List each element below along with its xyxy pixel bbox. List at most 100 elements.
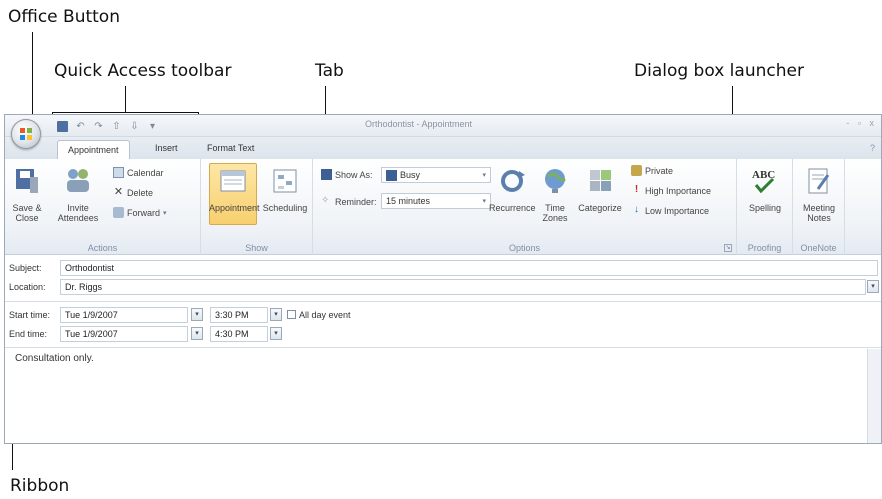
group-actions: Save & Close Invite Attendees Calendar ✕…	[5, 159, 201, 255]
spelling-label: Spelling	[748, 203, 782, 213]
proofing-group-label: Proofing	[747, 243, 782, 253]
meeting-notes-button[interactable]: Meeting Notes	[797, 165, 841, 223]
scheduling-button[interactable]: Scheduling	[261, 165, 309, 213]
save-icon[interactable]	[57, 120, 68, 132]
end-date-chevron-icon[interactable]: ▾	[191, 327, 203, 340]
callout-dialog-box-launcher: Dialog box launcher	[634, 61, 804, 81]
invite-attendees-label: Invite Attendees	[57, 203, 99, 223]
ribbon: Save & Close Invite Attendees Calendar ✕…	[5, 159, 881, 255]
private-label: Private	[645, 165, 674, 176]
office-button[interactable]	[11, 119, 41, 149]
window-title: Orthodontist - Appointment	[365, 119, 473, 129]
tab-insert[interactable]: Insert	[155, 143, 178, 153]
scheduling-icon	[273, 169, 297, 193]
reminder-label: ✧ Reminder:	[321, 196, 377, 207]
group-proofing: ABC Spelling Proofing	[737, 159, 793, 255]
end-time-chevron-icon[interactable]: ▾	[270, 327, 282, 340]
delete-button[interactable]: ✕ Delete	[113, 187, 153, 198]
reminder-value: 15 minutes	[386, 196, 431, 206]
calendar-icon	[113, 167, 124, 178]
body-scrollbar[interactable]	[867, 349, 881, 443]
forward-label: Forward	[127, 207, 161, 218]
meeting-notes-icon	[808, 168, 830, 194]
window-controls[interactable]: - ▫ x	[846, 118, 877, 128]
group-onenote: Meeting Notes OneNote	[793, 159, 845, 255]
high-importance-button[interactable]: ! High Importance	[631, 185, 711, 196]
show-as-dropdown[interactable]: Busy ▾	[381, 167, 491, 183]
callout-office-button: Office Button	[8, 7, 120, 27]
categorize-label: Categorize	[578, 203, 622, 213]
private-button[interactable]: Private	[631, 165, 673, 176]
ribbon-tabs: Appointment Insert Format Text ?	[5, 137, 881, 159]
start-time-chevron-icon[interactable]: ▾	[270, 308, 282, 321]
show-as-chevron-icon: ▾	[482, 172, 486, 179]
start-time-label: Start time:	[9, 310, 51, 320]
recurrence-button[interactable]: Recurrence	[489, 165, 536, 213]
customize-qat-icon[interactable]: ▾	[147, 121, 158, 132]
callout-quick-access-toolbar: Quick Access toolbar	[54, 61, 232, 81]
location-chevron-icon[interactable]: ▾	[867, 280, 879, 293]
group-options: Show As: Busy ▾ ✧ Reminder: 15 minutes ▾…	[313, 159, 737, 255]
reminder-text: Reminder:	[335, 196, 377, 207]
low-importance-icon: ↓	[634, 204, 639, 215]
subject-label: Subject:	[9, 263, 42, 273]
invite-attendees-button[interactable]: Invite Attendees	[53, 165, 103, 223]
location-label: Location:	[9, 282, 46, 292]
options-dialog-launcher-icon[interactable]: ↘	[724, 244, 732, 252]
save-close-label: Save & Close	[12, 203, 42, 223]
down-arrow-icon[interactable]: ⇩	[129, 121, 140, 132]
scheduling-label: Scheduling	[262, 203, 308, 213]
subject-input[interactable]: Orthodontist	[60, 260, 878, 276]
all-day-event-checkbox[interactable]	[287, 310, 296, 319]
tab-appointment[interactable]: Appointment	[57, 140, 130, 159]
categorize-icon	[590, 170, 611, 191]
start-time-input[interactable]: 3:30 PM	[210, 307, 268, 323]
undo-icon[interactable]: ↶	[75, 121, 86, 132]
high-importance-label: High Importance	[645, 185, 712, 196]
time-zones-button[interactable]: Time Zones	[535, 165, 575, 223]
options-group-label: Options	[508, 243, 541, 253]
up-arrow-icon[interactable]: ⇧	[111, 121, 122, 132]
calendar-label: Calendar	[127, 167, 164, 178]
show-as-value: Busy	[400, 170, 421, 180]
tab-format-text[interactable]: Format Text	[207, 143, 254, 153]
appointment-view-button[interactable]: Appointment	[209, 165, 260, 213]
spelling-icon: ABC	[752, 169, 775, 194]
low-importance-button[interactable]: ↓ Low Importance	[631, 205, 709, 216]
help-icon[interactable]: ?	[870, 143, 875, 153]
message-body[interactable]: Consultation only.	[9, 349, 864, 443]
start-date-chevron-icon[interactable]: ▾	[191, 308, 203, 321]
recurrence-icon	[501, 170, 525, 192]
start-date-input[interactable]: Tue 1/9/2007	[60, 307, 188, 323]
callout-ribbon: Ribbon	[10, 476, 70, 496]
low-importance-label: Low Importance	[645, 205, 710, 216]
location-row: Location: Dr. Riggs ▾	[5, 278, 881, 296]
spelling-button[interactable]: ABC Spelling	[742, 165, 788, 213]
end-date-input[interactable]: Tue 1/9/2007	[60, 326, 188, 342]
save-close-icon	[16, 169, 38, 193]
calendar-button[interactable]: Calendar	[113, 167, 164, 178]
save-close-button[interactable]: Save & Close	[7, 165, 47, 223]
reminder-dropdown[interactable]: 15 minutes ▾	[381, 193, 491, 209]
redo-icon[interactable]: ↷	[93, 121, 104, 132]
appointment-view-icon	[220, 170, 246, 192]
appointment-form: Subject: Orthodontist Location: Dr. Rigg…	[5, 256, 881, 443]
forward-button[interactable]: Forward ▾	[113, 207, 167, 218]
callout-tab: Tab	[315, 61, 344, 81]
reminder-chevron-icon: ▾	[482, 198, 486, 205]
location-input[interactable]: Dr. Riggs	[60, 279, 866, 295]
office-logo-icon	[20, 128, 32, 140]
end-time-row: End time: Tue 1/9/2007 ▾ 4:30 PM ▾	[5, 325, 881, 343]
end-time-label: End time:	[9, 329, 48, 339]
end-time-input[interactable]: 4:30 PM	[210, 326, 268, 342]
categorize-button[interactable]: Categorize	[577, 165, 623, 213]
time-zones-icon	[545, 169, 566, 193]
actions-group-label: Actions	[87, 243, 118, 253]
meeting-notes-label: Meeting Notes	[802, 203, 836, 223]
office-button-leader	[32, 32, 33, 122]
separator	[5, 301, 881, 302]
reminder-icon: ✧	[321, 195, 330, 206]
qat-bracket	[52, 112, 199, 113]
delete-icon: ✕	[113, 186, 124, 198]
appointment-window: Orthodontist - Appointment - ▫ x ↶ ↷ ⇧ ⇩…	[4, 114, 882, 444]
